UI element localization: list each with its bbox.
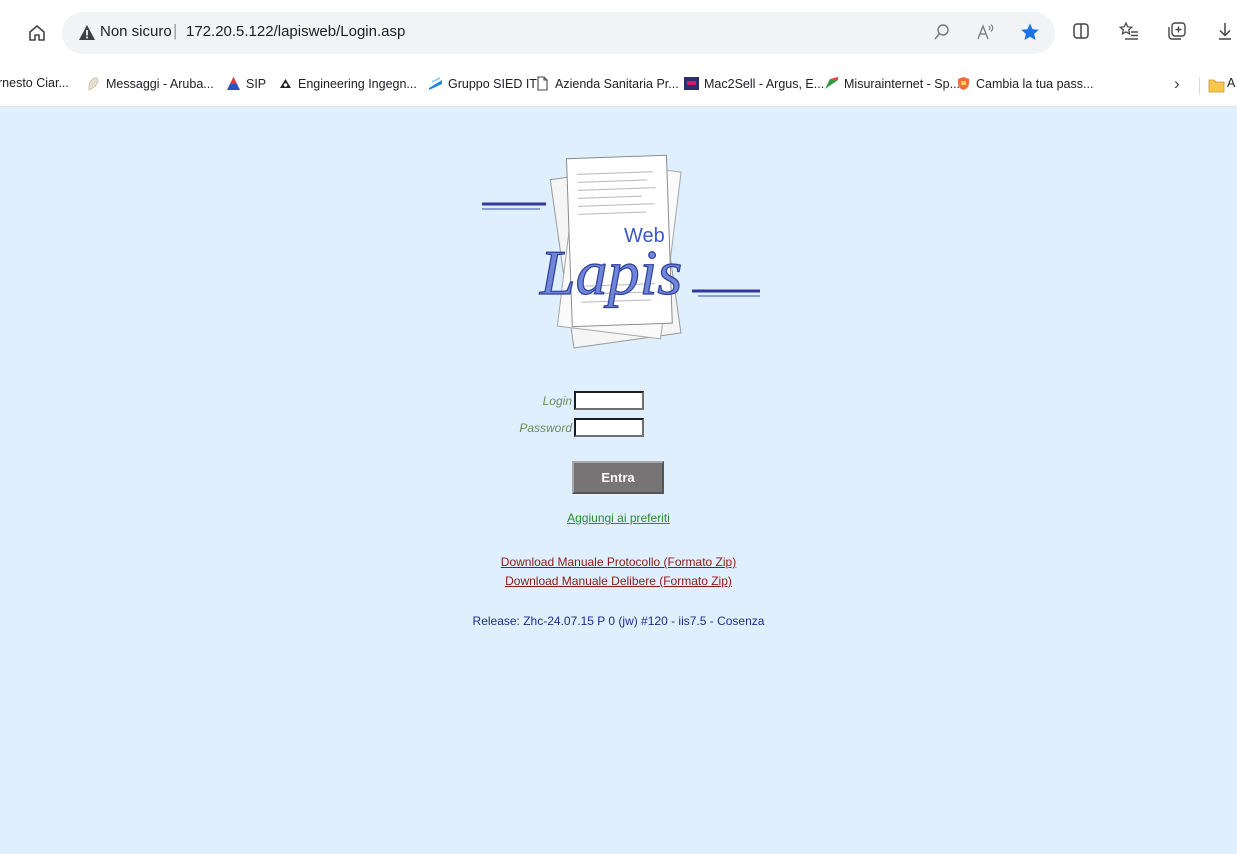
read-aloud-icon[interactable] [975, 21, 997, 43]
misurainternet-favicon-icon [824, 76, 839, 91]
bookmark-label: rnesto Ciar... [0, 76, 69, 90]
sied-favicon-icon [428, 76, 443, 91]
bookmark-label: SIP [246, 76, 267, 91]
favorites-list-icon[interactable] [1118, 20, 1140, 42]
bookmark-item[interactable]: rnesto Ciar... [0, 76, 69, 90]
bookmark-label: Gruppo SIED IT [448, 76, 537, 91]
bookmark-item[interactable]: Misurainternet - Sp... [824, 76, 960, 91]
bookmark-label: Cambia la tua pass... [976, 76, 1094, 91]
bookmarks-divider [1199, 77, 1200, 95]
bookmark-label: Engineering Ingegn... [298, 76, 417, 91]
bookmark-item[interactable]: SIP [226, 76, 266, 91]
bookmarks-bar: rnesto Ciar... Messaggi - Aruba... SIP E… [0, 66, 1237, 107]
mac2sell-favicon-icon [684, 76, 699, 91]
warning-icon[interactable] [78, 24, 96, 42]
bookmark-label: Messaggi - Aruba... [106, 76, 214, 91]
enter-button[interactable]: Entra [572, 461, 664, 494]
bookmarks-more-button[interactable]: › [1174, 74, 1180, 94]
bookmark-item[interactable]: Mac2Sell - Argus, E... [684, 76, 824, 91]
download-icon[interactable] [1214, 20, 1236, 42]
login-input[interactable] [574, 391, 644, 410]
logo-word-text: Lapis [539, 237, 682, 308]
collections-icon[interactable] [1166, 20, 1188, 42]
bookmark-item[interactable]: Engineering Ingegn... [278, 76, 417, 91]
bookmark-label: Misurainternet - Sp... [844, 76, 961, 91]
bookmark-item[interactable]: Messaggi - Aruba... [86, 76, 214, 91]
password-label: Password [519, 421, 572, 435]
page-favicon-icon [535, 76, 550, 91]
url-text[interactable]: 172.20.5.122/lapisweb/Login.asp [186, 23, 405, 40]
sip-favicon-icon [226, 76, 241, 91]
address-separator: | [173, 21, 178, 40]
login-page: Web Lapis Login Password Entra Aggiungi … [0, 107, 1237, 854]
bookmark-item[interactable]: Cambia la tua pass... [956, 76, 1093, 91]
login-label: Login [542, 394, 572, 408]
folder-icon[interactable] [1208, 78, 1225, 98]
bookmark-label: Azienda Sanitaria Pr... [555, 76, 679, 91]
home-icon[interactable] [24, 20, 50, 46]
browser-toolbar: Non sicuro | 172.20.5.122/lapisweb/Login… [0, 0, 1237, 66]
download-protocollo-link[interactable]: Download Manuale Protocollo (Formato Zip… [0, 555, 1237, 569]
bookmark-folder-label[interactable]: A [1227, 76, 1235, 90]
security-label: Non sicuro [100, 23, 172, 40]
mail-favicon-icon [86, 76, 101, 91]
bookmark-item[interactable]: Azienda Sanitaria Pr... [535, 76, 679, 91]
password-input[interactable] [574, 418, 644, 437]
download-delibere-link[interactable]: Download Manuale Delibere (Formato Zip) [0, 574, 1237, 588]
bookmark-item[interactable]: Gruppo SIED IT [428, 76, 537, 91]
address-bar[interactable]: Non sicuro | 172.20.5.122/lapisweb/Login… [62, 12, 1055, 54]
search-page-icon[interactable] [931, 21, 953, 43]
add-favorites-link[interactable]: Aggiungi ai preferiti [0, 511, 1237, 525]
favorite-star-icon[interactable] [1019, 21, 1041, 43]
bookmark-label: Mac2Sell - Argus, E... [704, 76, 825, 91]
shield-favicon-icon [956, 76, 971, 91]
release-info: Release: Zhc-24.07.15 P 0 (jw) #120 - ii… [472, 614, 765, 628]
lapis-web-logo: Web Lapis [482, 154, 760, 349]
engineering-favicon-icon [278, 76, 293, 91]
split-screen-icon[interactable] [1070, 20, 1092, 42]
